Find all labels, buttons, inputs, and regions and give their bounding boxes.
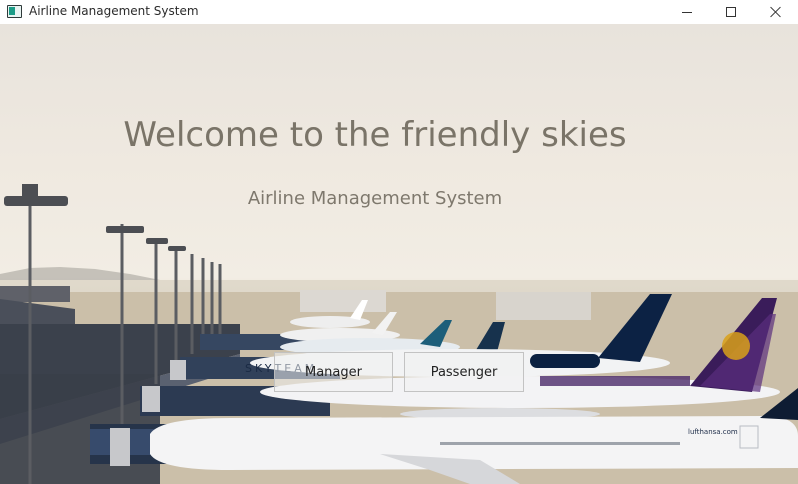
airport-scene: SKYTEAM lufthansa.com [0,184,798,484]
close-icon [770,6,782,18]
distant-hills [0,267,160,280]
hangar [496,292,591,320]
minimize-icon [682,11,692,13]
close-button[interactable] [753,0,798,24]
terminal-roof [0,286,70,302]
lufthansa-livery-text: lufthansa.com [688,428,738,436]
minimize-button[interactable] [664,0,710,24]
background-photo: SKYTEAM lufthansa.com Welcome to the fri… [0,24,798,484]
maximize-button[interactable] [708,0,754,24]
maximize-icon [726,7,736,17]
welcome-headline: Welcome to the friendly skies [123,115,627,155]
horizon-haze [0,280,798,294]
passenger-button[interactable]: Passenger [404,352,524,392]
app-subtitle: Airline Management System [247,188,503,209]
app-window-icon [7,5,22,18]
hangar [300,290,386,312]
manager-button[interactable]: Manager [274,352,393,392]
title-bar: Airline Management System [0,0,798,24]
window-title: Airline Management System [29,4,199,18]
